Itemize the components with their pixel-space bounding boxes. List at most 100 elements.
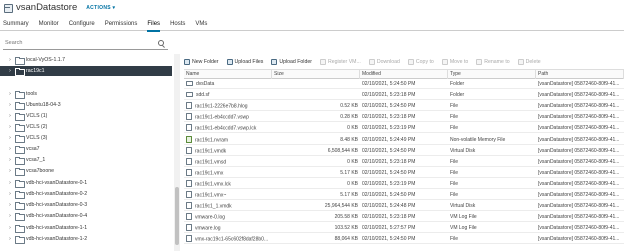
cell-modified: 02/10/2021, 5:24:50 PM (362, 147, 416, 154)
cell-size: 8.48 KB (340, 136, 358, 143)
upload-files-icon (226, 59, 233, 65)
expand-chevron-icon[interactable]: › (7, 135, 13, 141)
expand-chevron-icon[interactable]: › (7, 91, 13, 97)
expand-chevron-icon[interactable]: › (7, 191, 13, 197)
tree-scrollbar[interactable] (174, 54, 180, 251)
expand-chevron-icon[interactable]: › (7, 225, 13, 231)
tree-item[interactable]: › Ubuntu18-04-3 (0, 100, 172, 110)
search-icon[interactable] (158, 40, 164, 46)
tab-permissions[interactable]: Permissions (105, 17, 138, 31)
cell-type: Folder (450, 81, 465, 87)
cell-name: rac19c1_1.vmdk (184, 202, 272, 211)
cell-type: File (450, 114, 459, 121)
tab-summary[interactable]: Summary (3, 17, 29, 31)
move-to-icon (441, 59, 448, 65)
tree-item[interactable]: › VCLS (1) (0, 111, 172, 121)
tree-item[interactable]: › VCLS (3) (0, 133, 172, 143)
table-row[interactable]: vmx-rac19c1-65c602f8daf28b0... 88,064 KB 0… (184, 235, 624, 245)
file-icon (186, 191, 192, 198)
table-row[interactable]: rac19c1.nvram 8.48 KB 02/10/2021, 5:24:49 … (184, 135, 624, 145)
cell-name: rac19c1.vmx~ (184, 191, 272, 200)
toolbar-button-label: Upload Folder (279, 59, 312, 65)
tree-item[interactable]: › vdb-hci-vsanDatastore-1-1 (0, 223, 172, 233)
move-to-button[interactable]: Move to (441, 59, 468, 65)
expand-chevron-icon[interactable]: › (7, 113, 13, 119)
column-header-type[interactable]: Type (448, 70, 536, 79)
expand-chevron-icon[interactable]: › (7, 157, 13, 163)
table-row[interactable]: vmware-0.log 205.58 KB 02/10/2021, 5:23:18… (184, 213, 624, 223)
table-row[interactable]: rac19c1_1.vmdk 25,964,544 KB 02/10/2021, 5… (184, 202, 624, 212)
tab-hosts[interactable]: Hosts (170, 17, 185, 31)
expand-chevron-icon[interactable]: › (7, 102, 13, 108)
delete-button[interactable]: Delete (517, 59, 541, 65)
table-row[interactable]: sdd.sf 02/10/2021, 5:23:18 PM Folder [vsanD… (184, 91, 624, 101)
table-row[interactable]: rac19c1.vmx 5.17 KB 02/10/2021, 5:24:50 PM… (184, 168, 624, 178)
file-name: rac19c1-eb4ccdd7.vswp.lck (195, 125, 257, 132)
tree-item[interactable]: › vdb-hci-vsanDatastore-0-3 (0, 200, 172, 210)
column-header-path[interactable]: Path (536, 70, 624, 79)
table-row[interactable]: dvsData 02/10/2021, 5:24:50 PM Folder [vsan… (184, 80, 624, 89)
tab-vms[interactable]: VMs (195, 17, 207, 31)
copy-to-icon (407, 59, 414, 65)
tree-item-label: rac19c1 (26, 68, 45, 74)
toolbar-button-label: New Folder (192, 59, 219, 65)
tree-item[interactable]: › vcsa7_1 (0, 155, 172, 165)
tree-item[interactable]: › vcsa7boone (0, 166, 172, 176)
folder-icon (15, 157, 25, 165)
tree-item[interactable]: › rac19c1 (0, 66, 172, 76)
expand-chevron-icon[interactable]: › (7, 236, 13, 242)
upload-folder-button[interactable]: Upload Folder (271, 59, 312, 65)
tree-item[interactable]: › vdb-hci-vsanDatastore-0-2 (0, 189, 172, 199)
rename-to-button[interactable]: Rename to (476, 59, 510, 65)
upload-files-button[interactable]: Upload Files (226, 59, 263, 65)
column-header-size[interactable]: Size (272, 70, 360, 79)
tab-configure[interactable]: Configure (69, 17, 95, 31)
expand-chevron-icon[interactable]: › (7, 57, 13, 63)
search-input[interactable] (5, 40, 155, 46)
tree-item[interactable]: › vcsa7 (0, 144, 172, 154)
tree-item[interactable]: › vdb-hci-vsanDatastore-0-4 (0, 211, 172, 221)
column-header-modified[interactable]: Modified (360, 70, 448, 79)
actions-menu-button[interactable]: ACTIONS ▾ (86, 5, 115, 11)
table-row[interactable]: rac19c1-eb4ccdd7.vswp.lck 0 KB 02/10/2021,… (184, 124, 624, 134)
table-row[interactable]: rac19c1.vmx.lck 0 KB 02/10/2021, 5:23:19 P… (184, 179, 624, 189)
tree-item-label: Ubuntu18-04-3 (26, 102, 61, 108)
table-row[interactable]: rac19c1-eb4ccdd7.vswp 0.28 KB 02/10/2021, … (184, 113, 624, 123)
table-row[interactable]: vmware.log 103.52 KB 02/10/2021, 5:27:57 P… (184, 224, 624, 234)
expand-chevron-icon[interactable]: › (7, 180, 13, 186)
tree-item-label: VCLS (1) (26, 113, 48, 119)
table-row[interactable]: rac19c1.vmsd 0 KB 02/10/2021, 5:23:18 PM Fi… (184, 157, 624, 167)
cell-path: [vsanDatastore] 05872460-80f9-41... (538, 169, 620, 176)
expand-chevron-icon[interactable]: › (7, 213, 13, 219)
folder-icon (186, 91, 193, 97)
file-name: vmx-rac19c1-65c602f8daf28b0... (195, 236, 269, 243)
expand-chevron-icon[interactable]: › (7, 168, 13, 174)
expand-chevron-icon[interactable]: › (7, 68, 13, 74)
cell-name: vmx-rac19c1-65c602f8daf28b0... (184, 235, 272, 244)
expand-chevron-icon[interactable]: › (7, 202, 13, 208)
file-icon (186, 113, 192, 121)
table-row[interactable]: rac19c1.vmx~ 5.17 KB 02/10/2021, 5:24:50 P… (184, 191, 624, 200)
cell-modified: 02/10/2021, 5:24:50 PM (362, 236, 416, 243)
page-title: vsanDatastore (16, 2, 78, 13)
register-vm-button[interactable]: Register VM... (319, 59, 361, 65)
column-header-name[interactable]: Name (184, 70, 272, 79)
cell-modified: 02/10/2021, 5:24:50 PM (362, 169, 416, 176)
scrollbar-thumb[interactable] (175, 187, 179, 245)
tree-item[interactable]: › VCLS (2) (0, 122, 172, 132)
tree-item[interactable]: › local-VyOS-1.1.7 (0, 55, 172, 65)
tree-item[interactable]: › vdb-hci-vsanDatastore-1-2 (0, 234, 172, 244)
tab-monitor[interactable]: Monitor (39, 17, 59, 31)
table-row[interactable]: rac19c1-2226e7b8.hlog 0.52 KB 02/10/2021, … (184, 102, 624, 112)
expand-chevron-icon[interactable]: › (7, 124, 13, 130)
table-row[interactable]: rac19c1.vmdk 6,508,544 KB 02/10/2021, 5:24… (184, 146, 624, 156)
expand-chevron-icon[interactable]: › (7, 146, 13, 152)
tab-files[interactable]: Files (147, 17, 160, 32)
download-button[interactable]: Download (368, 59, 400, 65)
copy-to-button[interactable]: Copy to (407, 59, 434, 65)
new-folder-button[interactable]: New Folder (184, 59, 219, 65)
tree-item[interactable]: › vdb-hci-vsanDatastore-0-1 (0, 178, 172, 188)
cell-name: vmware.log (184, 224, 272, 233)
tree-item[interactable]: › tools (0, 89, 172, 99)
cell-name: rac19c1-eb4ccdd7.vswp.lck (184, 124, 272, 133)
